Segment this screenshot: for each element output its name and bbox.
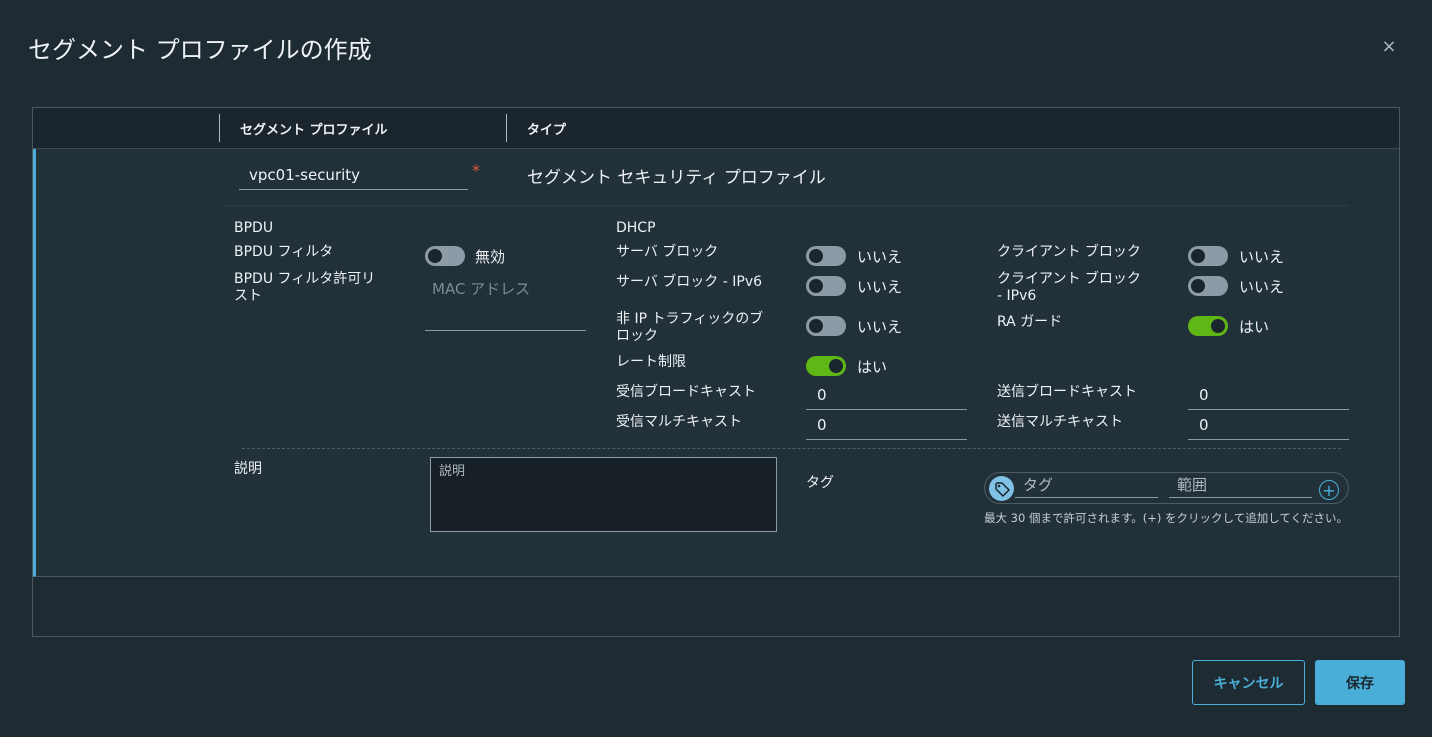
tx-multicast-input[interactable]: 0 xyxy=(1188,412,1349,440)
bpdu-filter-state: 無効 xyxy=(475,248,506,266)
client-block-state: いいえ xyxy=(1239,248,1285,266)
column-separator[interactable] xyxy=(506,114,507,142)
ra-guard-toggle[interactable] xyxy=(1188,316,1228,336)
column-header-profile: セグメント プロファイル xyxy=(240,123,388,138)
non-ip-block-state: いいえ xyxy=(857,318,903,336)
profile-name-input[interactable] xyxy=(239,160,468,190)
bpdu-filter-label: BPDU フィルタ xyxy=(234,244,334,260)
rate-limit-toggle[interactable] xyxy=(806,356,846,376)
client-block-v6-toggle[interactable] xyxy=(1188,276,1228,296)
rx-broadcast-input[interactable]: 0 xyxy=(806,382,967,410)
tag-input-group: + xyxy=(984,472,1349,504)
tx-broadcast-input[interactable]: 0 xyxy=(1188,382,1349,410)
server-block-state: いいえ xyxy=(857,248,903,266)
client-block-toggle[interactable] xyxy=(1188,246,1228,266)
add-tag-icon[interactable]: + xyxy=(1319,480,1339,500)
client-block-label: クライアント ブロック xyxy=(997,244,1141,260)
grid-header: セグメント プロファイル タイプ xyxy=(33,108,1399,149)
client-block-v6-state: いいえ xyxy=(1239,278,1285,296)
tag-input[interactable] xyxy=(1015,473,1158,498)
column-separator[interactable] xyxy=(219,114,220,142)
non-ip-block-label: 非 IP トラフィックのブ ロック xyxy=(616,311,764,344)
server-block-toggle[interactable] xyxy=(806,246,846,266)
tags-label: タグ xyxy=(806,475,834,491)
tags-helper-text: 最大 30 個まで許可されます。(+) をクリックして追加してください。 xyxy=(984,511,1349,525)
required-marker: * xyxy=(472,161,480,180)
ra-guard-state: はい xyxy=(1239,318,1270,336)
close-icon[interactable]: × xyxy=(1379,36,1399,57)
bpdu-section-label: BPDU xyxy=(234,220,274,236)
bpdu-filter-toggle[interactable] xyxy=(425,246,465,266)
rx-multicast-label: 受信マルチキャスト xyxy=(616,414,742,430)
non-ip-block-toggle[interactable] xyxy=(806,316,846,336)
tx-multicast-label: 送信マルチキャスト xyxy=(997,414,1123,430)
rate-limit-state: はい xyxy=(857,358,888,376)
client-block-v6-label: クライアント ブロック - IPv6 xyxy=(997,271,1141,304)
tx-broadcast-label: 送信ブロードキャスト xyxy=(997,384,1137,400)
tag-icon xyxy=(989,476,1014,501)
ra-guard-label: RA ガード xyxy=(997,314,1063,330)
description-label: 説明 xyxy=(234,461,262,477)
save-button[interactable]: 保存 xyxy=(1315,660,1405,705)
scope-input[interactable] xyxy=(1169,473,1312,498)
mac-address-input[interactable] xyxy=(425,276,586,331)
description-textarea[interactable] xyxy=(430,457,777,532)
server-block-label: サーバ ブロック xyxy=(616,244,719,260)
cancel-button[interactable]: キャンセル xyxy=(1192,660,1305,705)
rx-broadcast-label: 受信ブロードキャスト xyxy=(616,384,756,400)
dhcp-section-label: DHCP xyxy=(616,220,656,236)
rate-limit-label: レート制限 xyxy=(616,354,686,370)
profile-type: セグメント セキュリティ プロファイル xyxy=(527,168,826,188)
section-divider xyxy=(242,448,1341,449)
server-block-v6-toggle[interactable] xyxy=(806,276,846,296)
modal-title: セグメント プロファイルの作成 xyxy=(28,36,372,64)
rx-multicast-input[interactable]: 0 xyxy=(806,412,967,440)
server-block-v6-label: サーバ ブロック - IPv6 xyxy=(616,274,763,290)
server-block-v6-state: いいえ xyxy=(857,278,903,296)
column-header-type: タイプ xyxy=(527,123,567,138)
bpdu-allow-list-label: BPDU フィルタ許可リ スト xyxy=(234,271,376,304)
divider xyxy=(222,205,1349,206)
